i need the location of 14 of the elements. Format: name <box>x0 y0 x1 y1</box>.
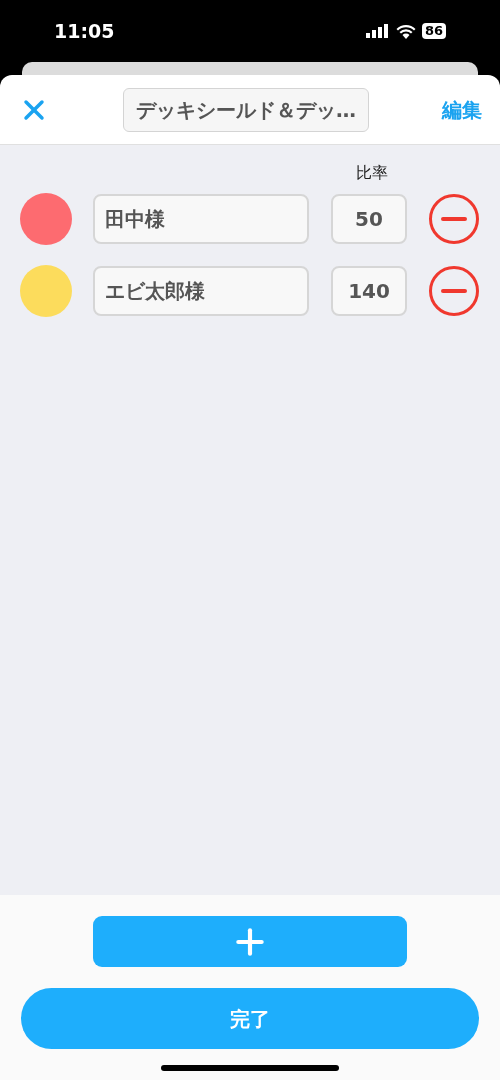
name-field[interactable]: 田中様 <box>93 194 309 244</box>
remove-button[interactable] <box>429 194 479 244</box>
ratio-field[interactable]: 140 <box>331 266 407 316</box>
wifi-icon <box>395 23 416 39</box>
name-field[interactable]: エビ太郎様 <box>93 266 309 316</box>
signal-icon <box>365 24 390 38</box>
remove-button[interactable] <box>429 266 479 316</box>
title-field[interactable]: デッキシールド＆デッ… <box>123 87 369 132</box>
status-time: 11:05 <box>54 18 115 44</box>
minus-icon <box>441 217 467 221</box>
minus-icon <box>441 289 467 293</box>
ratio-header: 比率 <box>356 162 388 184</box>
battery-level: 86 <box>421 23 446 39</box>
ratio-field[interactable]: 50 <box>331 194 407 244</box>
